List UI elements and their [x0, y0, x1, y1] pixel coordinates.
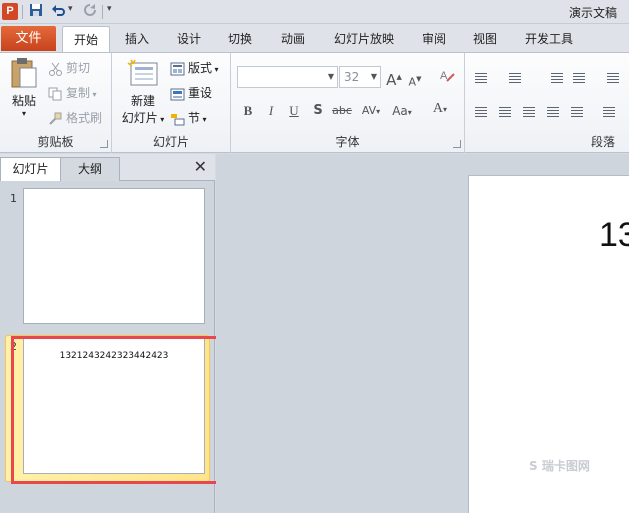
italic-button[interactable]: I	[262, 101, 280, 121]
tab-transitions[interactable]: 切换	[218, 26, 262, 52]
copy-button[interactable]: 复制 ▾	[48, 84, 97, 102]
layout-button[interactable]: 版式 ▾	[170, 59, 219, 77]
chevron-down-icon[interactable]: ▼	[328, 67, 334, 87]
tab-file[interactable]: 文件	[1, 26, 56, 51]
shrink-font-button[interactable]: A▼	[406, 69, 424, 89]
copy-label: 复制	[66, 86, 91, 100]
reset-icon	[170, 87, 185, 101]
title-bar: P ▾ ▾ 演示文稿	[0, 0, 629, 24]
bullets-icon[interactable]	[473, 71, 489, 85]
separator	[22, 5, 23, 19]
reset-label: 重设	[188, 86, 213, 100]
new-slide-button[interactable]: 新建 幻灯片 ▾	[116, 59, 170, 126]
pane-tabs: 幻灯片 大纲 ✕	[0, 154, 215, 181]
undo-icon[interactable]	[50, 3, 66, 20]
bold-button[interactable]: B	[239, 101, 257, 121]
tab-slideshow[interactable]: 幻灯片放映	[324, 26, 404, 52]
document-title: 演示文稿	[569, 6, 618, 20]
align-right-icon[interactable]	[521, 105, 537, 119]
font-name-combo[interactable]: ▼	[237, 66, 338, 88]
ribbon-tab-row: 文件 开始 插入 设计 切换 动画 幻灯片放映 审阅 视图 开发工具	[0, 24, 629, 52]
clipboard-group-label: 剪贴板	[37, 135, 74, 149]
char-spacing-button[interactable]: AV▾	[358, 101, 384, 121]
redo-icon[interactable]	[82, 3, 98, 20]
clear-formatting-icon[interactable]: A	[438, 67, 456, 87]
shadow-button[interactable]: S	[309, 101, 327, 121]
scissors-icon	[48, 62, 63, 76]
tab-slides[interactable]: 幻灯片	[0, 157, 61, 181]
annotation-highlight-box	[11, 336, 231, 484]
decrease-indent-icon[interactable]	[549, 71, 565, 85]
layout-label: 版式	[188, 61, 213, 75]
paragraph-group-label: 段落	[590, 135, 615, 149]
slides-group: 新建 幻灯片 ▾ 版式 ▾ 重设 节 ▾ 幻灯片	[112, 53, 231, 153]
powerpoint-app-icon[interactable]: P	[2, 3, 18, 20]
paragraph-group: 段落	[465, 53, 629, 153]
slides-group-label: 幻灯片	[152, 135, 189, 149]
format-painter-button[interactable]: 格式刷	[48, 109, 102, 127]
close-icon[interactable]: ✕	[194, 157, 207, 176]
section-button[interactable]: 节 ▾	[170, 109, 207, 127]
dialog-launcher-icon[interactable]	[100, 140, 108, 148]
save-icon[interactable]	[28, 3, 44, 20]
increase-indent-icon[interactable]	[571, 71, 587, 85]
slides-pane: 幻灯片 大纲 ✕ 1 2 1321243242323442423	[0, 154, 231, 513]
underline-button[interactable]: U	[285, 101, 303, 121]
align-left-icon[interactable]	[473, 105, 489, 119]
slide-number: 1	[10, 192, 17, 205]
separator	[102, 5, 103, 19]
tab-view[interactable]: 视图	[463, 26, 507, 52]
chevron-down-icon[interactable]: ▼	[371, 67, 377, 87]
font-group: ▼ 32 ▼ A▲ A▼ A B I U S abc AV▾ Aa▾ A▾ 字体	[231, 53, 465, 153]
new-slide-label-line1: 新建	[130, 94, 155, 108]
dialog-launcher-icon[interactable]	[453, 140, 461, 148]
tab-design[interactable]: 设计	[167, 26, 211, 52]
numbering-icon[interactable]	[507, 71, 523, 85]
slide-text[interactable]: 13	[599, 216, 629, 255]
align-center-icon[interactable]	[497, 105, 513, 119]
distributed-icon[interactable]	[569, 105, 585, 119]
slide-editing-area: 13 S 瑞卡图网	[216, 154, 629, 513]
tab-review[interactable]: 审阅	[412, 26, 456, 52]
customize-qa-icon[interactable]: ▾	[107, 4, 112, 14]
paste-label: 粘贴	[11, 94, 36, 108]
columns-icon[interactable]	[601, 105, 617, 119]
cut-label: 剪切	[66, 61, 91, 75]
ribbon-home: 粘贴 ▾ 剪切 复制 ▾ 格式刷 剪贴板 新建 幻灯片 ▾ 版式 ▾ 重设 节 …	[0, 52, 629, 153]
tab-animations[interactable]: 动画	[271, 26, 315, 52]
tab-developer[interactable]: 开发工具	[515, 26, 583, 52]
slide-thumbnail-1[interactable]	[23, 188, 205, 324]
paste-icon	[11, 58, 37, 88]
new-slide-icon	[127, 59, 158, 86]
tab-home[interactable]: 开始	[62, 26, 110, 52]
justify-icon[interactable]	[545, 105, 561, 119]
change-case-button[interactable]: Aa▾	[389, 101, 415, 121]
font-color-button[interactable]: A▾	[427, 99, 453, 119]
paste-dropdown-icon[interactable]: ▾	[6, 109, 42, 118]
tab-outline[interactable]: 大纲	[60, 157, 120, 181]
undo-dropdown-icon[interactable]: ▾	[68, 4, 73, 14]
cut-button[interactable]: 剪切	[48, 59, 90, 77]
layout-icon	[170, 62, 185, 76]
section-icon	[170, 112, 185, 126]
strikethrough-button[interactable]: abc	[330, 101, 354, 121]
reset-button[interactable]: 重设	[170, 84, 212, 102]
font-group-label: 字体	[335, 135, 360, 149]
new-slide-label-line2: 幻灯片 ▾	[121, 111, 165, 125]
paste-button[interactable]: 粘贴 ▾	[6, 57, 42, 118]
copy-icon	[48, 87, 63, 101]
clipboard-group: 粘贴 ▾ 剪切 复制 ▾ 格式刷 剪贴板	[0, 53, 112, 153]
section-label: 节	[188, 111, 201, 125]
font-size-combo[interactable]: 32 ▼	[339, 66, 381, 88]
line-spacing-icon[interactable]	[605, 71, 621, 85]
grow-font-button[interactable]: A▲	[385, 67, 403, 89]
format-painter-icon	[48, 112, 63, 126]
watermark: S 瑞卡图网	[529, 459, 590, 473]
format-painter-label: 格式刷	[66, 111, 103, 125]
tab-insert[interactable]: 插入	[115, 26, 159, 52]
